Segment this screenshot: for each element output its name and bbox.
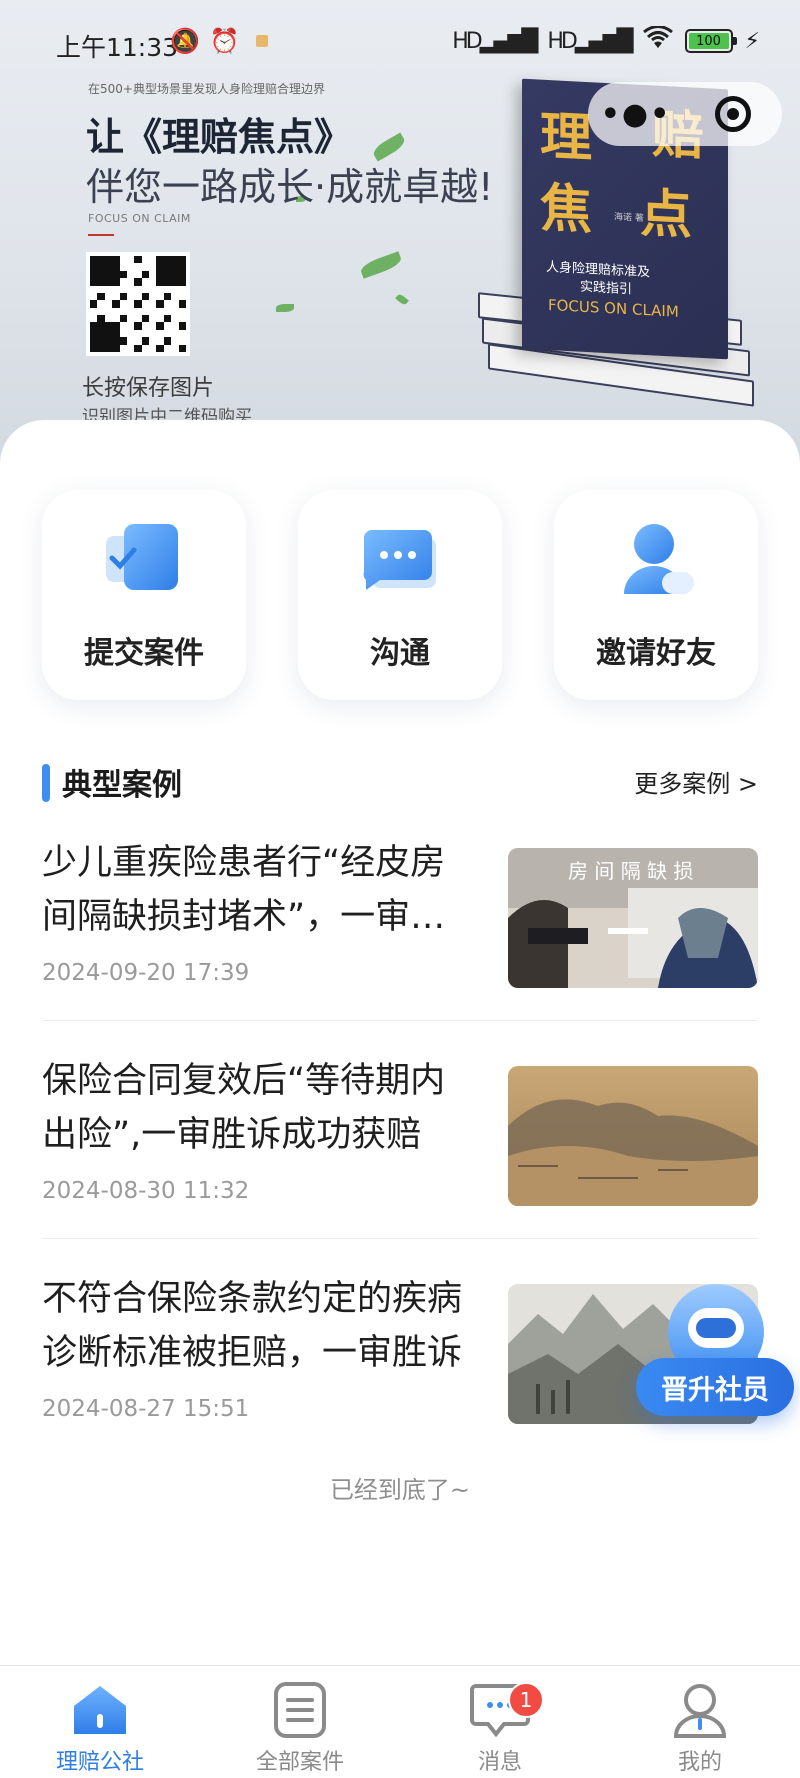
ad-tagline: 在500+典型场景里发现人身险理赔合理边界 [88,82,325,96]
section-accent-bar [42,764,50,802]
charging-icon: ⚡ [744,28,760,54]
leaf-decoration [276,304,294,312]
bottom-tab-bar: 理赔公社 全部案件 1 消息 我的 [0,1665,800,1778]
battery-icon: 100 [684,29,737,53]
more-dots-icon[interactable]: •●• [588,97,684,132]
chat-bubble-icon [363,530,436,590]
case-item[interactable]: 少儿重疾险患者行“经皮房间隔缺损封堵术”，一审胜诉成功 2024-09-20 1… [42,836,758,1026]
cases-section-header: 典型案例 更多案例 > [42,760,758,804]
submit-case-label: 提交案件 [84,636,204,671]
end-of-list-text: 已经到底了~ [329,1476,471,1504]
ad-title: 让《理赔焦点》 [86,115,353,159]
ad-english: FOCUS ON CLAIM [88,212,191,225]
mute-icon: 🔕 [170,27,200,55]
tab-label: 我的 [677,1750,722,1775]
case-thumbnail: 房 间 隔 缺 损 [508,848,758,988]
invite-friend-button[interactable]: 邀请好友 [554,490,758,700]
tab-label: 消息 [477,1750,522,1775]
status-time: 上午11:33 [56,33,179,62]
case-date: 2024-08-27 15:51 [42,1396,250,1422]
tab-label: 全部案件 [255,1750,344,1775]
home-icon [74,1686,126,1734]
ad-hint: 长按保存图片 [82,376,215,401]
ad-subtitle: 伴您一路成长·成就卓越! [86,165,494,209]
chat-button[interactable]: 沟通 [298,490,502,700]
case-title: 保险合同复效后“等待期内出险”,一审胜诉成功获赔 [42,1061,446,1155]
status-bar: 上午11:33 🔕 ⏰ HD▂▄▆█ HD▂▄▆█ 100 ⚡ [0,0,800,86]
case-date: 2024-08-30 11:32 [42,1178,250,1204]
alarm-icon: ⏰ [209,27,240,55]
tab-profile[interactable]: 我的 [600,1676,800,1776]
profile-icon [673,1684,727,1738]
chat-label: 沟通 [370,636,430,671]
divider [42,1020,758,1021]
unread-badge: 1 [508,1682,544,1718]
case-date: 2024-09-20 17:39 [42,960,250,986]
submit-case-button[interactable]: 提交案件 [42,490,246,700]
tab-label: 理赔公社 [55,1750,144,1775]
leaf-decoration [395,292,409,307]
ad-divider [88,234,114,236]
target-close-icon[interactable] [685,96,781,132]
section-title: 典型案例 [62,768,182,803]
wifi-icon [642,25,673,56]
case-thumbnail [508,1066,758,1206]
leaf-decoration [358,251,404,279]
list-icon [274,1682,326,1738]
tab-home[interactable]: 理赔公社 [0,1676,200,1776]
promote-member-button[interactable]: 晋升社员 [636,1358,794,1416]
case-item[interactable]: 保险合同复效后“等待期内出险”,一审胜诉成功获赔 2024-08-30 11:3… [42,1054,758,1244]
signal-icon-2: HD▂▄▆█ [547,28,633,54]
ad-banner[interactable]: 上午11:33 🔕 ⏰ HD▂▄▆█ HD▂▄▆█ 100 ⚡ 在500+典型场… [0,0,800,470]
tab-all-cases[interactable]: 全部案件 [200,1676,400,1776]
tab-messages[interactable]: 1 消息 [400,1676,600,1776]
svg-text:房 间 隔 缺 损: 房 间 隔 缺 损 [568,859,693,883]
qr-code [86,252,190,356]
main-content: 提交案件 沟通 邀请好友 典型案例 更多案例 > 少儿重疾险患者行“经皮房间隔缺… [0,420,800,1665]
invite-friend-icon [624,524,694,594]
signal-icon: HD▂▄▆█ [452,28,538,54]
divider [42,1238,758,1239]
notification-icon [255,35,268,47]
invite-friend-label: 邀请好友 [596,636,716,671]
case-title: 少儿重疾险患者行“经皮房间隔缺损封堵术”，一审胜诉成功 [42,843,446,937]
more-cases-link[interactable]: 更多案例 > [634,764,758,799]
case-title: 不符合保险条款约定的疾病诊断标准被拒赔，一审胜诉 [42,1279,462,1373]
submit-case-icon [106,524,178,590]
miniprogram-capsule[interactable]: •●• [588,82,782,146]
